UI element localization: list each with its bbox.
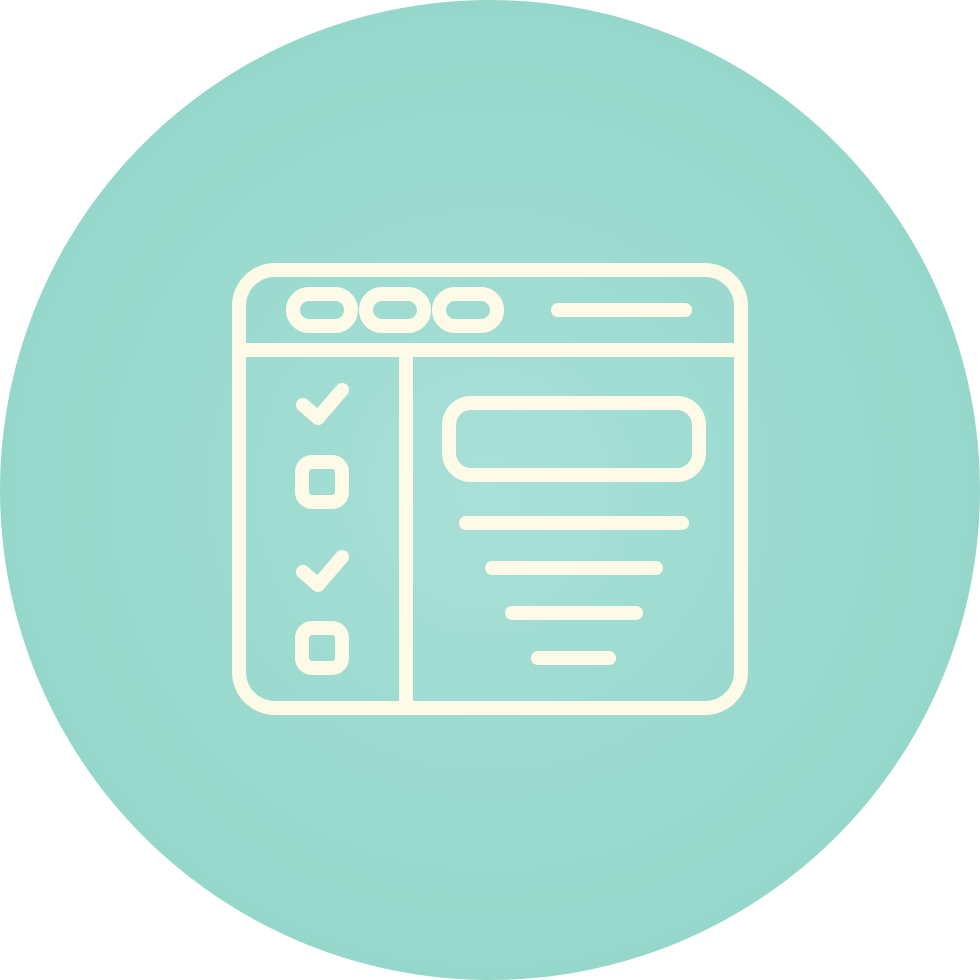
icon-canvas xyxy=(0,0,980,980)
window-control-dot-icon xyxy=(359,287,431,333)
window-control-dot-icon xyxy=(432,287,504,333)
browser-window-frame xyxy=(232,263,748,715)
empty-checkbox-icon xyxy=(295,621,349,675)
browser-checklist-icon xyxy=(232,263,748,715)
checklist xyxy=(295,383,349,675)
content-header-box xyxy=(442,396,706,482)
checkmark-icon xyxy=(296,383,349,425)
empty-checkbox-icon xyxy=(295,455,349,509)
checkmark-icon xyxy=(296,550,349,592)
window-control-dot-icon xyxy=(286,287,358,333)
